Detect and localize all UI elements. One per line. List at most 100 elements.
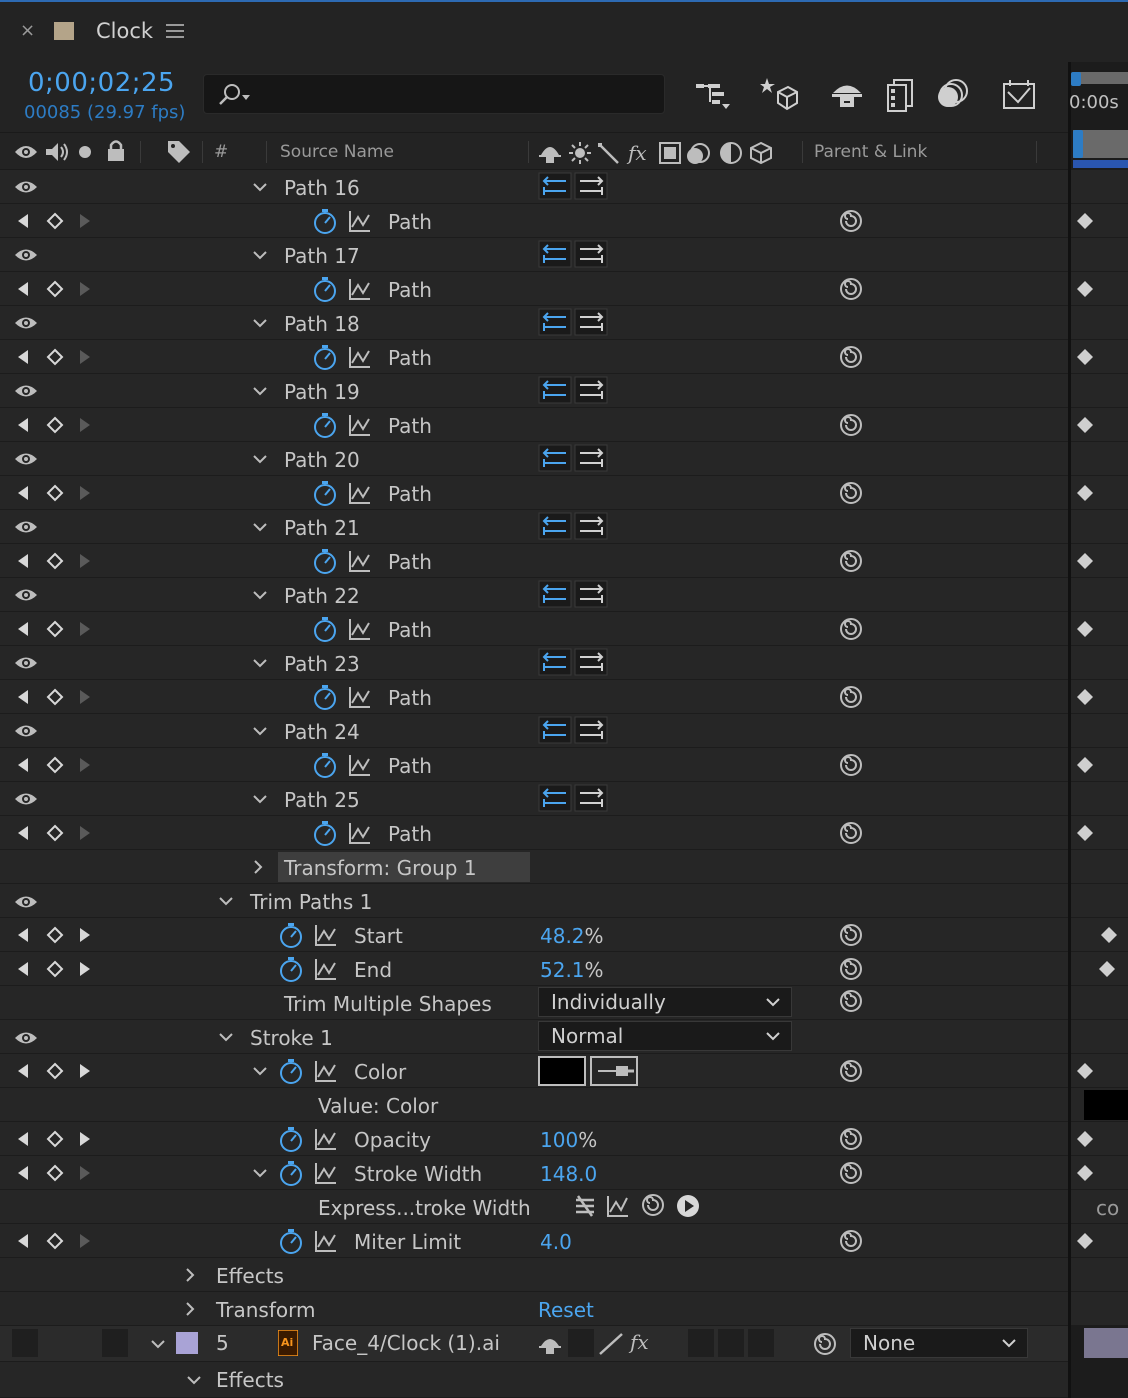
path-direction-toggle-icon[interactable]: [538, 240, 610, 268]
parent-dropdown[interactable]: None: [850, 1328, 1028, 1358]
keyframe-navigator-icon[interactable]: [16, 212, 96, 230]
stopwatch-icon[interactable]: [278, 922, 338, 948]
panel-menu-icon[interactable]: [166, 24, 184, 38]
stopwatch-icon[interactable]: [312, 548, 338, 574]
expression-graph-icon[interactable]: [606, 1194, 630, 1218]
keyframe-navigator-icon[interactable]: [16, 620, 96, 638]
stopwatch-icon[interactable]: [278, 1160, 338, 1186]
layer-label-color[interactable]: [176, 1332, 198, 1354]
path-property-row[interactable]: Path: [0, 408, 1068, 442]
effects-row[interactable]: Effects: [0, 1258, 1068, 1292]
graph-icon[interactable]: [348, 549, 372, 573]
trim-end-row[interactable]: End 52.1%: [0, 952, 1068, 986]
trim-end-value[interactable]: 52.1%: [540, 958, 604, 982]
keyframe-icon[interactable]: [1100, 926, 1118, 944]
stopwatch-icon[interactable]: [312, 616, 338, 642]
path-property-row[interactable]: Path: [0, 544, 1068, 578]
keyframe-icon[interactable]: [1076, 416, 1094, 434]
trim-paths-row[interactable]: Trim Paths 1: [0, 884, 1068, 918]
pick-whip-icon[interactable]: [838, 988, 864, 1014]
path-property-row[interactable]: Path: [0, 748, 1068, 782]
path-property-row[interactable]: Path: [0, 680, 1068, 714]
chevron-down-icon[interactable]: [252, 657, 268, 669]
keyframe-icon[interactable]: [1076, 1062, 1094, 1080]
chevron-down-icon[interactable]: [252, 1167, 268, 1179]
transform-row[interactable]: Transform Reset: [0, 1292, 1068, 1326]
miter-limit-row[interactable]: Miter Limit 4.0: [0, 1224, 1068, 1258]
graph-icon[interactable]: [314, 923, 338, 947]
path-property-row[interactable]: Path: [0, 204, 1068, 238]
effect-switch-icon[interactable]: fx: [628, 1330, 656, 1354]
chevron-right-icon[interactable]: [184, 1268, 196, 1282]
graph-icon[interactable]: [348, 617, 372, 641]
stroke-width-value[interactable]: 148.0: [540, 1162, 597, 1186]
keyframe-icon[interactable]: [1076, 824, 1094, 842]
stroke-opacity-value[interactable]: 100%: [540, 1128, 597, 1152]
timeline-track[interactable]: [1071, 306, 1128, 340]
chevron-down-icon[interactable]: [252, 1065, 268, 1077]
path-direction-toggle-icon[interactable]: [538, 376, 610, 404]
eyedropper-icon[interactable]: [590, 1056, 638, 1086]
path-group-row[interactable]: Path 21: [0, 510, 1068, 544]
graph-editor-icon[interactable]: [1002, 78, 1038, 110]
graph-icon[interactable]: [348, 345, 372, 369]
stroke-width-row[interactable]: Stroke Width 148.0: [0, 1156, 1068, 1190]
path-group-row[interactable]: Path 16: [0, 170, 1068, 204]
layer-row-5[interactable]: 5 Ai Face_4/Clock (1).ai fx None: [0, 1326, 1068, 1362]
lock-icon[interactable]: [106, 139, 126, 163]
path-direction-toggle-icon[interactable]: [538, 784, 610, 812]
path-group-row[interactable]: Path 18: [0, 306, 1068, 340]
pick-whip-icon[interactable]: [838, 480, 864, 506]
timeline-track[interactable]: [1071, 170, 1128, 204]
graph-icon[interactable]: [348, 685, 372, 709]
timeline-track[interactable]: [1071, 850, 1128, 884]
pick-whip-icon[interactable]: [812, 1331, 838, 1357]
chevron-down-icon[interactable]: [218, 1031, 234, 1043]
lock-switch[interactable]: [102, 1329, 128, 1357]
motion-blur-icon[interactable]: [936, 78, 970, 110]
stopwatch-icon[interactable]: [278, 1126, 338, 1152]
timeline-track[interactable]: [1071, 884, 1128, 918]
layer-name[interactable]: Face_4/Clock (1).ai: [312, 1331, 500, 1355]
keyframe-navigator-icon[interactable]: [16, 824, 96, 842]
stroke-opacity-row[interactable]: Opacity 100%: [0, 1122, 1068, 1156]
column-parent-link[interactable]: Parent & Link: [814, 142, 927, 162]
pick-whip-icon[interactable]: [838, 752, 864, 778]
path-group-row[interactable]: Path 24: [0, 714, 1068, 748]
graph-icon[interactable]: [348, 209, 372, 233]
keyframe-icon[interactable]: [1098, 960, 1116, 978]
keyframe-navigator-icon[interactable]: [16, 688, 96, 706]
stroke-blend-dropdown[interactable]: Normal: [538, 1021, 792, 1051]
chevron-down-icon[interactable]: [252, 385, 268, 397]
keyframe-icon[interactable]: [1076, 552, 1094, 570]
graph-icon[interactable]: [314, 1127, 338, 1151]
pick-whip-icon[interactable]: [838, 616, 864, 642]
pick-whip-icon[interactable]: [838, 1160, 864, 1186]
eye-icon[interactable]: [14, 1030, 38, 1046]
stopwatch-icon[interactable]: [278, 956, 338, 982]
expression-enable-icon[interactable]: [574, 1194, 596, 1218]
pick-whip-icon[interactable]: [838, 956, 864, 982]
chevron-down-icon[interactable]: [252, 249, 268, 261]
eye-icon[interactable]: [14, 791, 38, 807]
keyframe-navigator-icon[interactable]: [16, 552, 96, 570]
keyframe-icon[interactable]: [1076, 1164, 1094, 1182]
graph-icon[interactable]: [314, 1161, 338, 1185]
work-area-start-handle[interactable]: [1071, 72, 1081, 86]
solo-switch-icon[interactable]: [78, 145, 92, 159]
eye-icon[interactable]: [14, 247, 38, 263]
stopwatch-icon[interactable]: [312, 412, 338, 438]
stopwatch-icon[interactable]: [312, 480, 338, 506]
path-direction-toggle-icon[interactable]: [538, 580, 610, 608]
pick-whip-icon[interactable]: [838, 1058, 864, 1084]
timeline-track[interactable]: [1071, 238, 1128, 272]
keyframe-navigator-icon[interactable]: [16, 926, 96, 944]
keyframe-navigator-icon[interactable]: [16, 484, 96, 502]
chevron-down-icon[interactable]: [150, 1338, 166, 1350]
path-group-row[interactable]: Path 20: [0, 442, 1068, 476]
transform-group-chip[interactable]: Transform: Group 1: [278, 852, 530, 882]
timeline-track[interactable]: [1071, 1258, 1128, 1292]
stopwatch-icon[interactable]: [278, 1058, 338, 1084]
eye-icon[interactable]: [14, 451, 38, 467]
chevron-down-icon[interactable]: [252, 725, 268, 737]
